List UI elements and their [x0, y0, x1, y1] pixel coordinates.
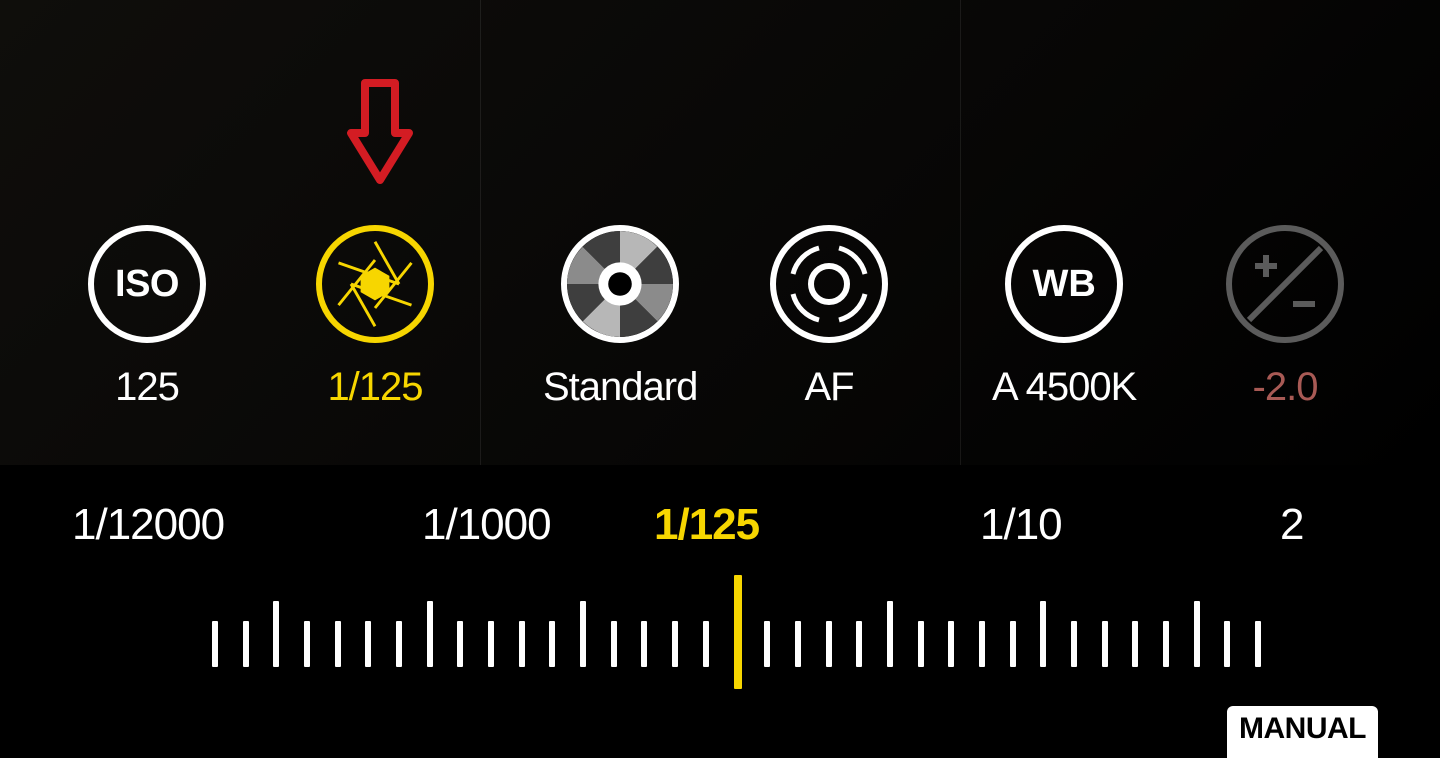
scale-label-selected: 1/125 — [654, 500, 759, 550]
ruler-tick — [1163, 621, 1169, 667]
focus-control[interactable]: AF — [770, 225, 888, 410]
white-balance-value: A 4500K — [992, 365, 1136, 410]
iso-value: 125 — [115, 365, 179, 410]
scale-label: 1/12000 — [72, 500, 224, 550]
iso-icon: ISO — [88, 225, 206, 343]
iso-control[interactable]: ISO 125 — [88, 225, 206, 410]
white-balance-icon: WB — [1005, 225, 1123, 343]
scale-label: 1/10 — [980, 500, 1062, 550]
exposure-compensation-control[interactable]: -2.0 — [1226, 225, 1344, 410]
ruler-tick — [243, 621, 249, 667]
ruler-tick — [457, 621, 463, 667]
ruler-tick — [396, 621, 402, 667]
manual-controls-row: ISO 125 1/125 — [0, 225, 1440, 475]
white-balance-icon-text: WB — [1032, 263, 1095, 306]
shutter-ruler[interactable] — [0, 575, 1440, 695]
ruler-tick — [1102, 621, 1108, 667]
ruler-tick — [1040, 601, 1046, 667]
ruler-tick — [641, 621, 647, 667]
ruler-tick — [918, 621, 924, 667]
ruler-tick — [335, 621, 341, 667]
scale-label: 1/1000 — [422, 500, 551, 550]
shutter-value: 1/125 — [327, 365, 422, 410]
exposure-compensation-value: -2.0 — [1253, 365, 1318, 410]
mode-tag[interactable]: MANUAL — [1227, 706, 1378, 758]
shutter-scale-labels: 1/12000 1/1000 1/125 1/10 2 — [0, 500, 1440, 550]
ruler-tick-selected — [734, 575, 742, 689]
focus-value: AF — [804, 365, 853, 410]
ruler-tick — [1132, 621, 1138, 667]
ruler-tick — [979, 621, 985, 667]
white-balance-control[interactable]: WB A 4500K — [992, 225, 1136, 410]
aperture-icon — [316, 225, 434, 343]
ruler-tick — [948, 621, 954, 667]
ruler-tick — [212, 621, 218, 667]
annotation-arrow-icon — [345, 78, 415, 188]
ruler-tick — [549, 621, 555, 667]
ruler-tick — [856, 621, 862, 667]
tone-control[interactable]: Standard — [543, 225, 697, 410]
exposure-compensation-icon — [1226, 225, 1344, 343]
ruler-tick — [273, 601, 279, 667]
ruler-tick — [365, 621, 371, 667]
iso-icon-text: ISO — [115, 263, 179, 306]
focus-icon — [770, 225, 888, 343]
ruler-tick — [703, 621, 709, 667]
ruler-tick — [580, 601, 586, 667]
ruler-tick — [1071, 621, 1077, 667]
ruler-tick — [519, 621, 525, 667]
ruler-tick — [826, 621, 832, 667]
ruler-tick — [1010, 621, 1016, 667]
ruler-tick — [795, 621, 801, 667]
ruler-tick — [887, 601, 893, 667]
ruler-tick — [427, 601, 433, 667]
tone-value: Standard — [543, 365, 697, 410]
ruler-tick — [672, 621, 678, 667]
ruler-tick — [764, 621, 770, 667]
ruler-tick — [1224, 621, 1230, 667]
ruler-tick — [1255, 621, 1261, 667]
ruler-tick — [1194, 601, 1200, 667]
shutter-control[interactable]: 1/125 — [316, 225, 434, 410]
ruler-tick — [611, 621, 617, 667]
scale-label: 2 — [1280, 500, 1303, 550]
ruler-tick — [488, 621, 494, 667]
tone-wheel-icon — [561, 225, 679, 343]
ruler-tick — [304, 621, 310, 667]
